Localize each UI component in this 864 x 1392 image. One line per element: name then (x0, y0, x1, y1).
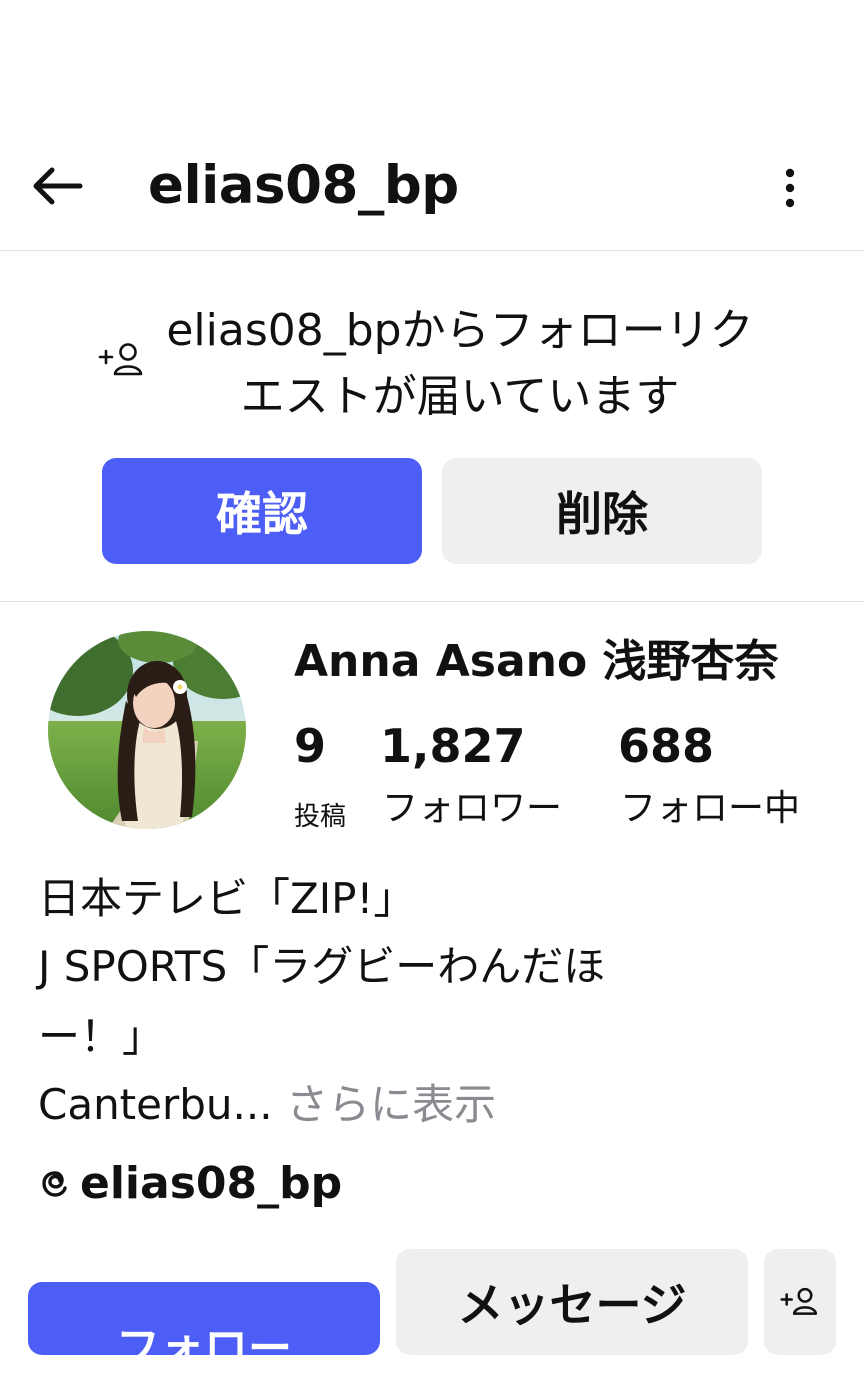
profile-display-name: Anna Asano 浅野杏奈 (294, 636, 779, 687)
message-button[interactable]: メッセージ (396, 1249, 748, 1355)
following-count[interactable]: 688 (618, 716, 714, 776)
delete-button[interactable]: 削除 (442, 458, 762, 564)
confirm-button[interactable]: 確認 (102, 458, 422, 564)
bio-truncated-text: Canterbu... (38, 1080, 273, 1129)
threads-icon (42, 1171, 67, 1197)
add-person-icon (98, 343, 143, 376)
suggested-accounts-button[interactable] (764, 1249, 836, 1355)
followers-label[interactable]: フォロワー (382, 782, 562, 836)
follow-request-message: elias08_bpからフォローリクエストが届いています (166, 305, 754, 422)
bio-line-last: Canterbu... さらに表示 (38, 1070, 496, 1140)
bio-line: J SPORTS「ラグビーわんだほ (38, 942, 606, 991)
top-bar: elias08_bp (0, 130, 864, 250)
header-divider (0, 250, 864, 251)
bio-line: ー！」 (38, 1012, 165, 1061)
page-title: elias08_bp (148, 155, 459, 216)
more-options-button[interactable] (770, 158, 810, 218)
back-button[interactable] (22, 156, 90, 216)
followers-count[interactable]: 1,827 (380, 716, 526, 776)
bio-line: 日本テレビ「ZIP!」 (38, 874, 416, 923)
follow-request-icon (98, 340, 146, 380)
vertical-ellipsis-icon (785, 168, 795, 208)
threads-handle: elias08_bp (80, 1157, 343, 1209)
add-person-icon (780, 1287, 818, 1315)
avatar[interactable] (48, 631, 246, 829)
follow-button[interactable]: フォロー (28, 1282, 380, 1355)
request-divider (0, 601, 864, 602)
following-label[interactable]: フォロー中 (620, 782, 800, 836)
posts-count[interactable]: 9 (294, 716, 326, 776)
threads-link[interactable]: elias08_bp (38, 1150, 342, 1216)
arrow-left-icon (33, 167, 83, 205)
posts-label[interactable]: 投稿 (294, 790, 346, 844)
show-more-link[interactable]: さらに表示 (286, 1080, 496, 1129)
